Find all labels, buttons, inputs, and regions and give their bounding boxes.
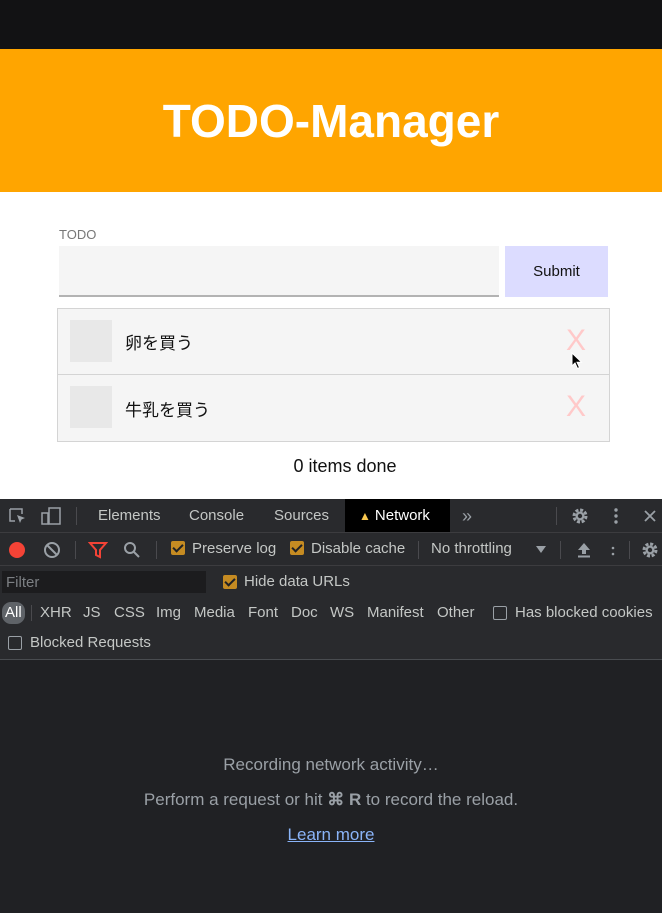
browser-top-bar <box>0 0 662 49</box>
hide-data-urls-label: Hide data URLs <box>244 573 350 590</box>
inspect-element-icon[interactable] <box>8 507 28 525</box>
todo-input-label: TODO <box>59 227 97 242</box>
kebab-menu-icon[interactable] <box>610 506 622 526</box>
disable-cache-checkbox[interactable] <box>290 541 304 555</box>
app-header: TODO-Manager <box>0 49 662 192</box>
tab-network-label: Network <box>374 507 430 524</box>
reload-hint-after: to record the reload. <box>361 790 519 809</box>
todo-list: 卵を買う X 牛乳を買う X <box>57 308 610 442</box>
submit-button[interactable]: Submit <box>505 246 608 297</box>
type-filter-xhr[interactable]: XHR <box>40 602 72 624</box>
todo-text: 卵を買う <box>125 334 193 354</box>
network-empty-state: Recording network activity… Perform a re… <box>0 660 662 913</box>
type-filter-all[interactable]: All <box>2 602 25 624</box>
type-filter-css[interactable]: CSS <box>114 602 145 624</box>
disable-cache-label: Disable cache <box>311 540 406 557</box>
blocked-requests-checkbox[interactable] <box>8 636 22 650</box>
reload-hint-keys: ⌘ R <box>327 790 362 809</box>
type-filter-media[interactable]: Media <box>194 602 235 624</box>
devtools-panel: Elements Console Sources ▲ Network » Pre… <box>0 499 662 913</box>
filter-input[interactable] <box>2 571 206 593</box>
tab-network[interactable]: ▲ Network <box>345 499 450 532</box>
toolbar-divider <box>76 507 77 525</box>
toolbar-divider <box>75 541 76 559</box>
todo-checkbox[interactable] <box>70 386 112 428</box>
app-title: TODO-Manager <box>162 94 500 147</box>
todo-input[interactable] <box>59 246 499 297</box>
filter-icon[interactable] <box>88 541 108 559</box>
recording-message: Recording network activity… <box>223 755 439 774</box>
type-filter-other[interactable]: Other <box>437 602 475 624</box>
toolbar-divider <box>629 541 630 559</box>
toolbar-divider <box>560 541 561 559</box>
toolbar-divider <box>418 541 419 559</box>
todo-item: 卵を買う X <box>58 309 609 375</box>
network-toolbar: Preserve log Disable cache No throttling <box>0 533 662 566</box>
clear-icon[interactable] <box>43 541 61 559</box>
toolbar-divider <box>31 605 32 621</box>
type-filter-ws[interactable]: WS <box>330 602 354 624</box>
type-filter-js[interactable]: JS <box>83 602 101 624</box>
devtools-tab-bar: Elements Console Sources ▲ Network » <box>0 499 662 533</box>
warning-icon: ▲ <box>359 509 371 523</box>
preserve-log-label: Preserve log <box>192 540 277 557</box>
record-icon[interactable] <box>8 541 26 559</box>
done-count: 0 items done <box>293 456 397 476</box>
preserve-log-checkbox[interactable] <box>171 541 185 555</box>
import-har-icon[interactable] <box>575 541 593 559</box>
hide-data-urls-checkbox[interactable] <box>223 575 237 589</box>
blocked-requests-label: Blocked Requests <box>30 634 151 651</box>
network-filter-bar: Hide data URLs All XHR JS CSS Img Media … <box>0 566 662 660</box>
todo-checkbox[interactable] <box>70 320 112 362</box>
learn-more-row: Learn more <box>0 825 662 845</box>
learn-more-link[interactable]: Learn more <box>288 825 375 844</box>
overflow-menu-icon[interactable] <box>607 541 619 559</box>
toolbar-divider <box>156 541 157 559</box>
gear-icon[interactable] <box>570 506 590 526</box>
type-filter-font[interactable]: Font <box>248 602 278 624</box>
has-blocked-cookies-checkbox[interactable] <box>493 606 507 620</box>
delete-icon[interactable]: X <box>563 389 589 425</box>
chevron-down-icon[interactable] <box>535 542 547 556</box>
type-filter-img[interactable]: Img <box>156 602 181 624</box>
mouse-cursor-icon <box>571 352 583 370</box>
todo-app: TODO-Manager TODO Submit 卵を買う X 牛乳を買う X … <box>0 49 662 499</box>
type-filter-doc[interactable]: Doc <box>291 602 318 624</box>
network-settings-gear-icon[interactable] <box>640 540 660 560</box>
search-icon[interactable] <box>123 541 141 559</box>
has-blocked-cookies-label: Has blocked cookies <box>515 604 653 621</box>
tab-console[interactable]: Console <box>189 499 244 532</box>
more-tabs-icon[interactable]: » <box>458 506 476 526</box>
reload-hint: Perform a request or hit ⌘ R to record t… <box>0 790 662 810</box>
close-icon[interactable] <box>642 507 658 525</box>
tab-elements[interactable]: Elements <box>98 499 161 532</box>
tab-sources[interactable]: Sources <box>274 499 329 532</box>
type-filter-manifest[interactable]: Manifest <box>367 602 424 624</box>
toolbar-divider <box>556 507 557 525</box>
todo-item: 牛乳を買う X <box>58 375 609 441</box>
todo-text: 牛乳を買う <box>125 400 210 421</box>
device-toolbar-icon[interactable] <box>40 506 62 526</box>
reload-hint-before: Perform a request or hit <box>143 790 328 809</box>
throttling-select[interactable]: No throttling <box>431 540 512 558</box>
